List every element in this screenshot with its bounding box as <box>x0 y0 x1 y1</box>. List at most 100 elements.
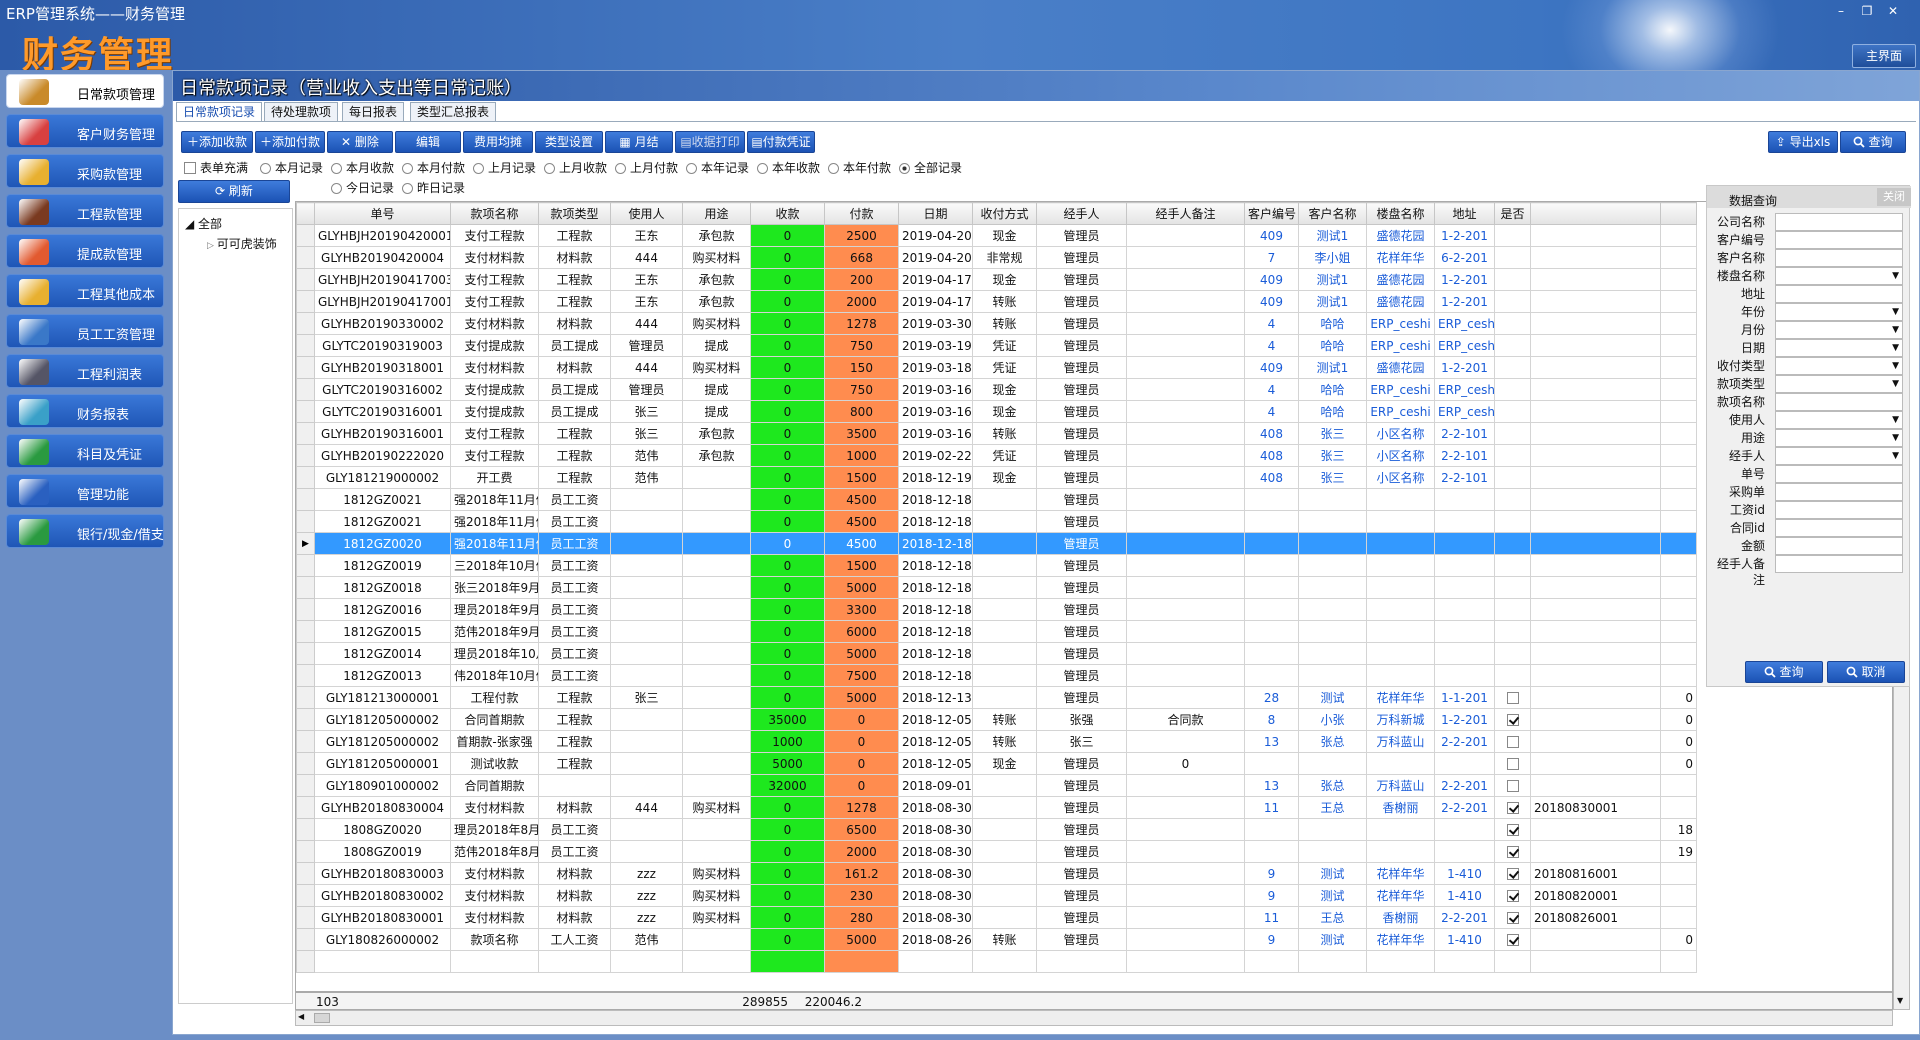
table-cell[interactable]: 开工费 <box>450 466 539 489</box>
table-cell[interactable] <box>1366 532 1435 555</box>
main-screen-button[interactable]: 主界面 <box>1852 44 1916 68</box>
table-cell[interactable] <box>1494 444 1531 467</box>
table-cell[interactable]: 管理员 <box>610 378 683 401</box>
table-cell[interactable] <box>1530 708 1661 731</box>
table-cell[interactable]: 1812GZ0016 <box>314 598 451 621</box>
table-cell[interactable]: 1500 <box>824 466 899 489</box>
table-cell[interactable] <box>610 488 683 511</box>
table-cell[interactable] <box>1494 488 1531 511</box>
table-cell[interactable]: 管理员 <box>1036 576 1127 599</box>
table-cell[interactable] <box>610 510 683 533</box>
table-cell[interactable]: 1-2-201 <box>1434 224 1495 247</box>
table-cell[interactable]: 1000 <box>750 730 825 753</box>
table-cell[interactable]: 0 <box>750 290 825 313</box>
row-header[interactable] <box>296 488 315 511</box>
table-cell[interactable] <box>1530 510 1661 533</box>
query-select[interactable]: ▼ <box>1775 429 1903 447</box>
table-cell[interactable]: 0 <box>750 312 825 335</box>
table-cell[interactable]: 32000 <box>750 774 825 797</box>
table-cell[interactable] <box>1366 664 1435 687</box>
table-cell[interactable]: 0 <box>1660 708 1697 731</box>
table-cell[interactable]: 工程款 <box>538 752 611 775</box>
table-cell[interactable]: 支付工程款 <box>450 290 539 313</box>
refresh-button[interactable]: ⟳ 刷新 <box>178 180 290 203</box>
table-cell[interactable]: 0 <box>750 466 825 489</box>
table-cell[interactable]: 1812GZ0020 <box>314 532 451 555</box>
table-cell[interactable]: 409 <box>1244 224 1299 247</box>
table-cell[interactable]: 1000 <box>824 444 899 467</box>
table-cell[interactable] <box>1660 510 1697 533</box>
table-cell[interactable]: 测试收款 <box>450 752 539 775</box>
table-cell[interactable] <box>1660 884 1697 907</box>
table-cell[interactable]: 支付材料款 <box>450 862 539 885</box>
column-header[interactable]: 收付方式 <box>972 202 1037 225</box>
table-cell[interactable] <box>1660 444 1697 467</box>
row-checkbox[interactable] <box>1494 796 1531 819</box>
table-cell[interactable] <box>682 598 751 621</box>
table-cell[interactable] <box>1244 576 1299 599</box>
column-header[interactable]: 用途 <box>682 202 751 225</box>
table-cell[interactable]: 800 <box>824 400 899 423</box>
table-cell[interactable] <box>1126 268 1245 291</box>
table-cell[interactable] <box>1494 466 1531 489</box>
table-row[interactable]: GLYHB20190316001 支付工程款 工程款 张三 承包款 0 3500 2019-0… <box>296 422 1697 445</box>
row-checkbox[interactable] <box>1494 752 1531 775</box>
table-cell[interactable]: 李小姐 <box>1298 246 1367 269</box>
table-cell[interactable]: 测试 <box>1298 862 1367 885</box>
table-cell[interactable]: 2018-08-30 <box>898 840 973 863</box>
table-cell[interactable]: 0 <box>750 796 825 819</box>
table-cell[interactable] <box>1660 356 1697 379</box>
table-cell[interactable]: 2-2-201 <box>1434 906 1495 929</box>
table-cell[interactable] <box>1126 422 1245 445</box>
table-cell[interactable]: 现金 <box>972 752 1037 775</box>
chevron-down-icon[interactable]: ▼ <box>1892 325 1899 335</box>
row-header[interactable] <box>296 312 315 335</box>
table-cell[interactable]: 2018-12-18 <box>898 598 973 621</box>
table-cell[interactable]: 管理员 <box>1036 862 1127 885</box>
table-cell[interactable]: 1-2-201 <box>1434 708 1495 731</box>
table-cell[interactable] <box>1244 642 1299 665</box>
table-cell[interactable] <box>610 642 683 665</box>
table-cell[interactable]: zzz <box>610 884 683 907</box>
table-cell[interactable] <box>1494 312 1531 335</box>
table-cell[interactable]: 管理员 <box>610 334 683 357</box>
table-cell[interactable]: 2018-12-18 <box>898 488 973 511</box>
filter-last-month-income[interactable]: 上月收款 <box>544 161 607 175</box>
table-cell[interactable] <box>682 554 751 577</box>
row-header[interactable] <box>296 224 315 247</box>
column-header[interactable]: 付款 <box>824 202 899 225</box>
table-cell[interactable]: 150 <box>824 356 899 379</box>
table-cell[interactable] <box>1126 224 1245 247</box>
table-cell[interactable] <box>1660 774 1697 797</box>
table-cell[interactable] <box>682 642 751 665</box>
table-cell[interactable] <box>972 488 1037 511</box>
table-cell[interactable]: 凭证 <box>972 334 1037 357</box>
table-cell[interactable]: GLY181205000001 <box>314 752 451 775</box>
table-row[interactable]: 1808GZ0019范伟2018年8月份工员工工资 020002018-08-30… <box>296 840 1697 863</box>
table-cell[interactable]: 承包款 <box>682 444 751 467</box>
filter-year-pay[interactable]: 本年付款 <box>828 161 891 175</box>
row-checkbox[interactable] <box>1494 818 1531 841</box>
table-cell[interactable] <box>1494 532 1531 555</box>
query-select[interactable]: ▼ <box>1775 321 1903 339</box>
table-cell[interactable]: 转账 <box>972 730 1037 753</box>
table-cell[interactable] <box>1126 620 1245 643</box>
table-cell[interactable]: 测试1 <box>1298 290 1367 313</box>
table-row[interactable]: GLYHB20180830001 支付材料款 材料款 zzz 购买材料 0 280 2018-… <box>296 906 1697 929</box>
table-cell[interactable]: 张三2018年9月份工 <box>450 576 539 599</box>
table-cell[interactable]: 测试 <box>1298 928 1367 951</box>
table-cell[interactable]: 管理员 <box>1036 796 1127 819</box>
table-cell[interactable]: 管理员 <box>1036 466 1127 489</box>
table-cell[interactable]: 支付工程款 <box>450 224 539 247</box>
table-cell[interactable]: 管理员 <box>1036 884 1127 907</box>
table-cell[interactable]: 1-2-201 <box>1434 356 1495 379</box>
table-cell[interactable] <box>1660 224 1697 247</box>
table-row[interactable]: 1812GZ0015范伟2018年9月份工员工工资 060002018-12-18… <box>296 620 1697 643</box>
table-cell[interactable] <box>682 818 751 841</box>
table-cell[interactable]: 员工提成 <box>538 334 611 357</box>
table-row[interactable]: GLYHB20180830003 支付材料款 材料款 zzz 购买材料 0 161.2 201… <box>296 862 1697 885</box>
table-cell[interactable] <box>1494 510 1531 533</box>
table-cell[interactable]: 4 <box>1244 400 1299 423</box>
table-cell[interactable]: 香榭丽 <box>1366 906 1435 929</box>
table-cell[interactable] <box>682 620 751 643</box>
